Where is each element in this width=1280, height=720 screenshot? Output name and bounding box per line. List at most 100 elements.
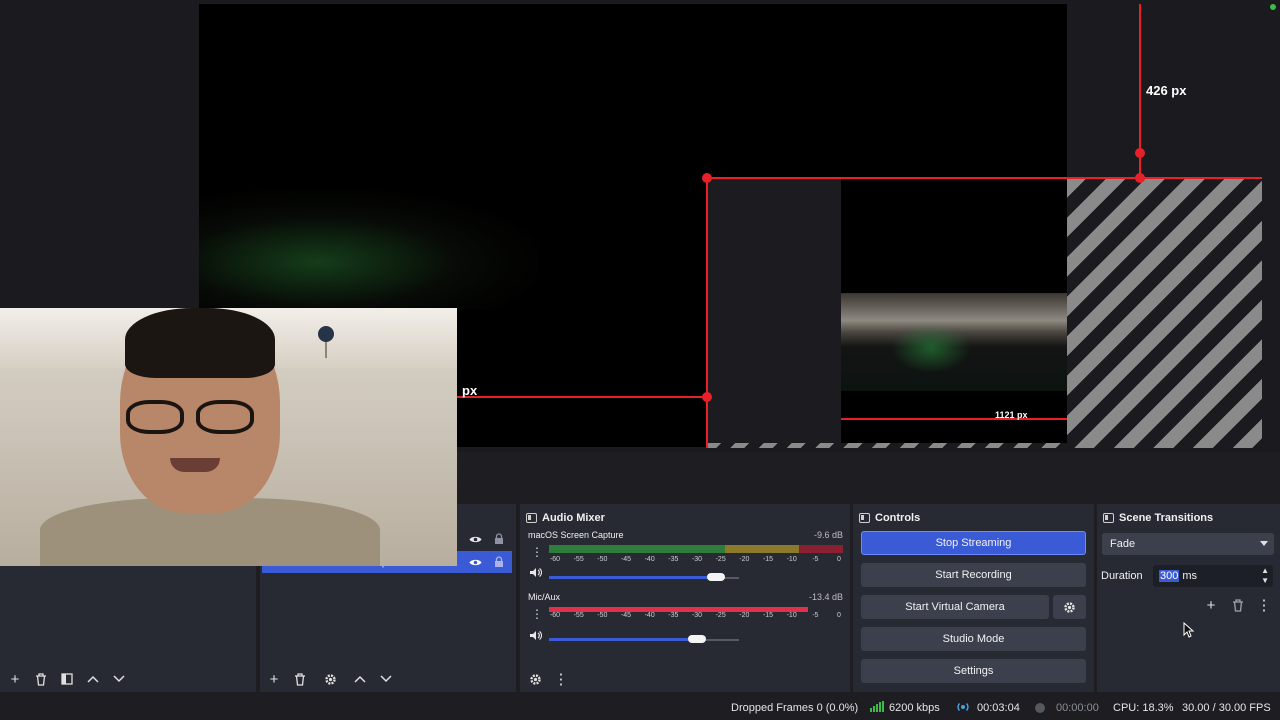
guide-selection-top <box>706 177 1262 179</box>
stream-time: 00:03:04 <box>977 702 1020 714</box>
source-properties-button[interactable] <box>317 668 343 690</box>
meter-tick: -55 <box>573 612 584 619</box>
measure-label-left: px <box>462 383 478 398</box>
mixer-menu-button[interactable]: ⋮ <box>548 668 574 690</box>
move-scene-down-button[interactable] <box>106 668 132 690</box>
webcam-glasses-right <box>196 400 254 434</box>
mouse-cursor-icon <box>1183 622 1195 638</box>
start-recording-button[interactable]: Start Recording <box>861 563 1086 587</box>
transition-menu-button[interactable]: ⋮ <box>1251 594 1277 616</box>
meter-tick: -5 <box>812 612 819 619</box>
trash-icon <box>295 672 305 686</box>
record-time: 00:00:00 <box>1056 702 1099 714</box>
dock-icon[interactable] <box>526 513 537 523</box>
studio-mode-button[interactable]: Studio Mode <box>861 627 1086 651</box>
volume-slider[interactable] <box>549 576 717 579</box>
gear-icon <box>529 673 541 685</box>
remove-source-button[interactable] <box>287 668 313 690</box>
dock-icon[interactable] <box>1103 513 1114 523</box>
add-transition-button[interactable]: + <box>1198 594 1224 616</box>
meter-tick: -40 <box>644 612 655 619</box>
meter-tick: -35 <box>668 612 679 619</box>
channel-name: macOS Screen Capture <box>528 530 624 540</box>
out-of-bounds-hatch-bottom <box>707 443 1067 448</box>
settings-button[interactable]: Settings <box>861 659 1086 683</box>
selection-handle-left[interactable] <box>702 392 712 402</box>
start-virtual-camera-button[interactable]: Start Virtual Camera <box>861 595 1049 619</box>
channel-db: -13.4 dB <box>808 592 843 602</box>
webcam-person-hair <box>125 308 275 378</box>
scene-transitions-title: Scene Transitions <box>1119 512 1214 524</box>
controls-header: Controls <box>859 508 920 528</box>
eye-icon[interactable] <box>468 555 482 569</box>
virtual-camera-settings-button[interactable] <box>1053 595 1086 619</box>
remove-scene-button[interactable] <box>28 668 54 690</box>
stop-streaming-button[interactable]: Stop Streaming <box>861 531 1086 555</box>
channel-name: Mic/Aux <box>528 592 561 602</box>
guide-handle-top[interactable] <box>1135 148 1145 158</box>
meter-tick: -55 <box>573 556 584 563</box>
chevron-down-icon[interactable]: ▼ <box>1261 577 1269 585</box>
selection-handle-top-left[interactable] <box>702 173 712 183</box>
fps: 30.00 / 30.00 FPS <box>1182 702 1271 714</box>
meter-tick: -25 <box>715 612 726 619</box>
chevron-down-icon <box>380 675 392 683</box>
volume-slider-thumb[interactable] <box>707 573 726 581</box>
webcam-lamp <box>318 326 334 342</box>
gear-icon <box>324 673 336 685</box>
gear-icon <box>1064 601 1075 613</box>
signal-bars-icon <box>870 701 884 712</box>
meter-tick: -35 <box>668 556 679 563</box>
add-scene-button[interactable]: + <box>2 668 28 690</box>
scene-filters-button[interactable] <box>54 668 80 690</box>
move-source-up-button[interactable] <box>347 668 373 690</box>
sources-toolbar: + <box>261 666 399 692</box>
selection-handle-top-right[interactable] <box>1135 173 1145 183</box>
volume-slider[interactable] <box>549 638 698 641</box>
meter-tick: -5 <box>812 556 819 563</box>
plus-icon: + <box>1206 596 1216 614</box>
cpu-usage: CPU: 18.3% <box>1113 702 1174 714</box>
meter-tick: -10 <box>786 556 797 563</box>
record-icon <box>1034 702 1046 717</box>
remove-transition-button[interactable] <box>1225 594 1251 616</box>
meter-tick: -20 <box>739 612 750 619</box>
add-source-button[interactable]: + <box>261 668 287 690</box>
volume-meter <box>549 545 843 553</box>
lock-icon[interactable] <box>492 555 506 569</box>
guide-horizontal-bottom <box>841 418 1067 420</box>
transition-select[interactable]: Fade <box>1102 533 1274 555</box>
meter-tick: -30 <box>691 556 703 563</box>
scene-transitions-header: Scene Transitions <box>1103 508 1213 528</box>
meter-tick: -45 <box>620 612 632 619</box>
live-indicator <box>1270 4 1276 10</box>
meter-tick: -45 <box>620 556 632 563</box>
eye-icon[interactable] <box>468 532 482 546</box>
kebab-icon[interactable]: ⋮ <box>531 607 543 621</box>
lock-icon[interactable] <box>492 532 506 546</box>
source-padding <box>707 178 841 448</box>
duration-input[interactable]: 300 ms ▲ ▼ <box>1153 565 1273 587</box>
meter-tick: -50 <box>597 556 608 563</box>
advanced-audio-button[interactable] <box>522 668 548 690</box>
meter-tick: -30 <box>691 612 703 619</box>
speaker-icon[interactable] <box>529 630 543 642</box>
meter-tick: -15 <box>762 612 774 619</box>
volume-slider-thumb[interactable] <box>688 635 707 643</box>
webcam-person-mouth <box>170 458 220 472</box>
chevron-up-icon[interactable]: ▲ <box>1261 567 1269 575</box>
audio-mixer-header: Audio Mixer <box>526 508 605 528</box>
duration-unit: ms <box>1182 570 1198 582</box>
channel-db: -9.6 dB <box>813 530 843 540</box>
move-scene-up-button[interactable] <box>80 668 106 690</box>
meter-level-red <box>798 545 843 553</box>
move-source-down-button[interactable] <box>373 668 399 690</box>
audio-mixer-title: Audio Mixer <box>542 512 605 524</box>
meter-tick: -10 <box>786 612 797 619</box>
dock-icon[interactable] <box>859 513 870 523</box>
speaker-icon[interactable] <box>529 567 543 579</box>
kebab-icon[interactable]: ⋮ <box>531 545 543 559</box>
guide-selection-left <box>706 177 708 448</box>
meter-tick: -20 <box>739 556 750 563</box>
meter-scale: -60 -55 -50 -45 -40 -35 -30 -25 -20 -15 -10 -5 0 <box>549 612 843 622</box>
